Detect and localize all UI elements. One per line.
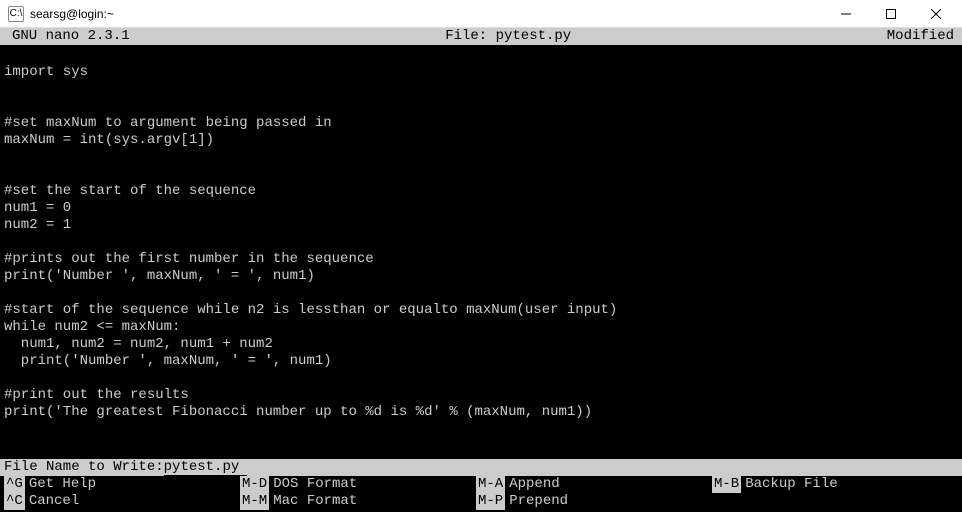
code-line: print('Number ', maxNum, ' = ', num1) xyxy=(4,353,958,370)
shortcut-key: M-M xyxy=(240,493,269,510)
nano-modified-status: Modified xyxy=(887,28,958,45)
minimize-icon xyxy=(841,9,851,19)
close-button[interactable] xyxy=(913,0,958,27)
shortcut-key: M-D xyxy=(240,476,269,493)
nano-file-label: File: pytest.py xyxy=(130,28,887,45)
shortcut-label: Prepend xyxy=(509,493,568,510)
code-line: num1 = 0 xyxy=(4,200,958,217)
code-line xyxy=(4,285,958,302)
code-line xyxy=(4,81,958,98)
shortcut-key: ^G xyxy=(4,476,25,493)
shortcut-label: Append xyxy=(509,476,559,493)
code-line: import sys xyxy=(4,64,958,81)
shortcut-label: Mac Format xyxy=(273,493,357,510)
code-line: #set maxNum to argument being passed in xyxy=(4,115,958,132)
window-title: searsg@login:~ xyxy=(30,7,823,21)
shortcut-key: M-B xyxy=(712,476,741,493)
code-line: num1, num2 = num2, num1 + num2 xyxy=(4,336,958,353)
shortcut-key: ^C xyxy=(4,493,25,510)
close-icon xyxy=(931,9,941,19)
write-prompt-bar: File Name to Write: pytest.py xyxy=(0,459,962,476)
shortcut-dos-format[interactable]: M-DDOS Format xyxy=(240,476,476,493)
code-line: print('Number ', maxNum, ' = ', num1) xyxy=(4,268,958,285)
window-titlebar: C:\ searsg@login:~ xyxy=(0,0,962,28)
code-line: #set the start of the sequence xyxy=(4,183,958,200)
maximize-button[interactable] xyxy=(868,0,913,27)
code-line: num2 = 1 xyxy=(4,217,958,234)
code-line: #prints out the first number in the sequ… xyxy=(4,251,958,268)
code-line xyxy=(4,98,958,115)
shortcut-append[interactable]: M-AAppend xyxy=(476,476,712,493)
editor-area[interactable]: import sys #set maxNum to argument being … xyxy=(0,45,962,459)
code-line xyxy=(4,47,958,64)
code-line xyxy=(4,438,958,455)
shortcut-bar: ^GGet HelpM-DDOS FormatM-AAppendM-BBacku… xyxy=(0,476,962,512)
shortcut-label: Get Help xyxy=(29,476,96,493)
terminal-icon: C:\ xyxy=(8,6,24,22)
shortcut-cancel[interactable]: ^CCancel xyxy=(4,493,240,510)
write-prompt-input[interactable]: pytest.py xyxy=(164,459,240,476)
nano-version: GNU nano 2.3.1 xyxy=(4,28,130,45)
write-prompt-label: File Name to Write: xyxy=(4,459,164,476)
minimize-button[interactable] xyxy=(823,0,868,27)
code-line: maxNum = int(sys.argv[1]) xyxy=(4,132,958,149)
code-line: while num2 <= maxNum: xyxy=(4,319,958,336)
shortcut-label: DOS Format xyxy=(273,476,357,493)
shortcut-label: Backup File xyxy=(745,476,837,493)
shortcut-key: M-P xyxy=(476,493,505,510)
code-line: print('The greatest Fibonacci number up … xyxy=(4,404,958,421)
shortcut-label: Cancel xyxy=(29,493,79,510)
code-line xyxy=(4,234,958,251)
code-line xyxy=(4,370,958,387)
shortcut-get-help[interactable]: ^GGet Help xyxy=(4,476,240,493)
code-line xyxy=(4,149,958,166)
shortcut-mac-format[interactable]: M-MMac Format xyxy=(240,493,476,510)
code-line xyxy=(4,166,958,183)
shortcut-prepend[interactable]: M-PPrepend xyxy=(476,493,712,510)
nano-header-bar: GNU nano 2.3.1 File: pytest.py Modified xyxy=(0,28,962,45)
maximize-icon xyxy=(886,9,896,19)
code-line: #print out the results xyxy=(4,387,958,404)
window-controls xyxy=(823,0,958,27)
shortcut-backup-file[interactable]: M-BBackup File xyxy=(712,476,948,493)
shortcut-key: M-A xyxy=(476,476,505,493)
code-line xyxy=(4,421,958,438)
code-line: #start of the sequence while n2 is lesst… xyxy=(4,302,958,319)
